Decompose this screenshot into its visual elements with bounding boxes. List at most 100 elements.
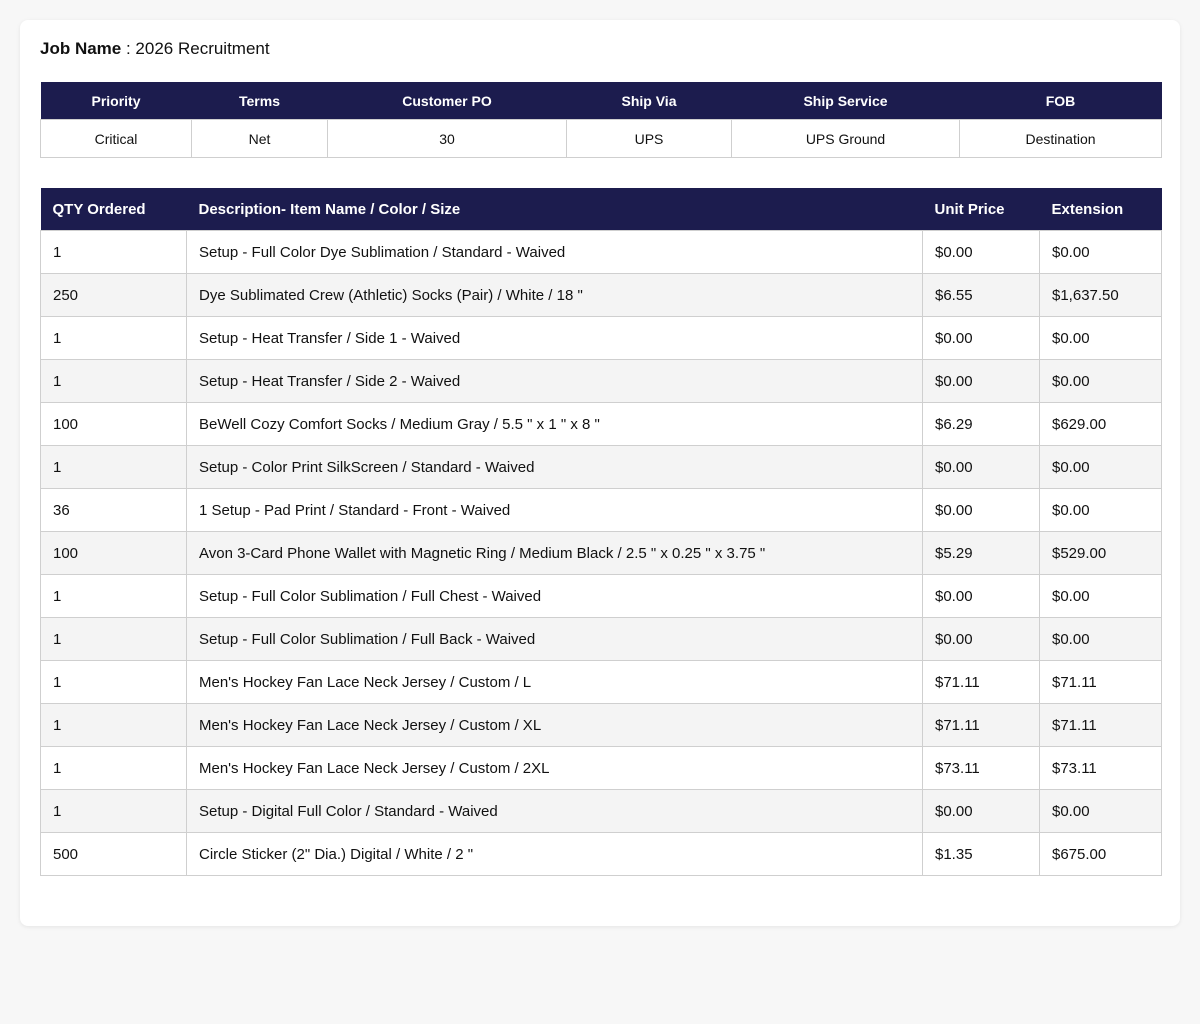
- meta-header-ship-service: Ship Service: [731, 82, 960, 120]
- description-cell: Dye Sublimated Crew (Athletic) Socks (Pa…: [186, 273, 923, 317]
- extension-cell: $0.00: [1039, 488, 1162, 532]
- unit-price-cell: $73.11: [922, 746, 1040, 790]
- table-row: 100 Avon 3-Card Phone Wallet with Magnet…: [40, 531, 1162, 575]
- order-meta-table: Priority Terms Customer PO Ship Via Ship…: [40, 82, 1162, 158]
- table-row: 100 BeWell Cozy Comfort Socks / Medium G…: [40, 402, 1162, 446]
- qty-cell: 100: [40, 402, 187, 446]
- extension-cell: $529.00: [1039, 531, 1162, 575]
- qty-cell: 100: [40, 531, 187, 575]
- description-cell: Setup - Full Color Sublimation / Full Ch…: [186, 574, 923, 618]
- qty-cell: 1: [40, 316, 187, 360]
- meta-header-customer-po: Customer PO: [327, 82, 567, 120]
- line-items-table: QTY Ordered Description- Item Name / Col…: [40, 188, 1162, 876]
- extension-cell: $71.11: [1039, 660, 1162, 704]
- unit-price-cell: $0.00: [922, 488, 1040, 532]
- unit-price-cell: $6.55: [922, 273, 1040, 317]
- meta-header-row: Priority Terms Customer PO Ship Via Ship…: [40, 82, 1162, 120]
- items-header-unit-price: Unit Price: [922, 188, 1040, 231]
- items-header-extension: Extension: [1039, 188, 1162, 231]
- table-row: 1 Men's Hockey Fan Lace Neck Jersey / Cu…: [40, 746, 1162, 790]
- table-row: 500 Circle Sticker (2" Dia.) Digital / W…: [40, 832, 1162, 876]
- unit-price-cell: $0.00: [922, 316, 1040, 360]
- table-row: 250 Dye Sublimated Crew (Athletic) Socks…: [40, 273, 1162, 317]
- extension-cell: $0.00: [1039, 789, 1162, 833]
- qty-cell: 500: [40, 832, 187, 876]
- qty-cell: 1: [40, 574, 187, 618]
- unit-price-cell: $6.29: [922, 402, 1040, 446]
- extension-cell: $71.11: [1039, 703, 1162, 747]
- description-cell: Setup - Full Color Sublimation / Full Ba…: [186, 617, 923, 661]
- job-name-separator: :: [121, 39, 136, 58]
- unit-price-cell: $5.29: [922, 531, 1040, 575]
- extension-cell: $73.11: [1039, 746, 1162, 790]
- meta-value-ship-service: UPS Ground: [731, 119, 960, 158]
- table-row: 1 Setup - Full Color Sublimation / Full …: [40, 574, 1162, 618]
- qty-cell: 1: [40, 445, 187, 489]
- meta-value-fob: Destination: [959, 119, 1162, 158]
- unit-price-cell: $0.00: [922, 445, 1040, 489]
- table-row: 1 Setup - Full Color Sublimation / Full …: [40, 617, 1162, 661]
- table-row: 1 Men's Hockey Fan Lace Neck Jersey / Cu…: [40, 703, 1162, 747]
- meta-header-terms: Terms: [191, 82, 328, 120]
- extension-cell: $0.00: [1039, 617, 1162, 661]
- unit-price-cell: $0.00: [922, 230, 1040, 274]
- unit-price-cell: $0.00: [922, 359, 1040, 403]
- description-cell: Avon 3-Card Phone Wallet with Magnetic R…: [186, 531, 923, 575]
- unit-price-cell: $0.00: [922, 789, 1040, 833]
- unit-price-cell: $1.35: [922, 832, 1040, 876]
- extension-cell: $0.00: [1039, 574, 1162, 618]
- qty-cell: 1: [40, 660, 187, 704]
- extension-cell: $0.00: [1039, 230, 1162, 274]
- items-header-qty: QTY Ordered: [40, 188, 187, 231]
- description-cell: Circle Sticker (2" Dia.) Digital / White…: [186, 832, 923, 876]
- meta-value-ship-via: UPS: [566, 119, 732, 158]
- meta-value-priority: Critical: [40, 119, 192, 158]
- qty-cell: 1: [40, 703, 187, 747]
- items-header-row: QTY Ordered Description- Item Name / Col…: [40, 188, 1162, 231]
- extension-cell: $675.00: [1039, 832, 1162, 876]
- unit-price-cell: $0.00: [922, 574, 1040, 618]
- table-row: 1 Setup - Full Color Dye Sublimation / S…: [40, 230, 1162, 274]
- extension-cell: $629.00: [1039, 402, 1162, 446]
- table-row: 1 Setup - Digital Full Color / Standard …: [40, 789, 1162, 833]
- unit-price-cell: $0.00: [922, 617, 1040, 661]
- qty-cell: 36: [40, 488, 187, 532]
- meta-value-row: Critical Net 30 UPS UPS Ground Destinati…: [40, 119, 1162, 158]
- meta-value-terms: Net: [191, 119, 328, 158]
- description-cell: Setup - Heat Transfer / Side 1 - Waived: [186, 316, 923, 360]
- description-cell: BeWell Cozy Comfort Socks / Medium Gray …: [186, 402, 923, 446]
- description-cell: Setup - Full Color Dye Sublimation / Sta…: [186, 230, 923, 274]
- table-row: 1 Setup - Heat Transfer / Side 2 - Waive…: [40, 359, 1162, 403]
- job-name-value: 2026 Recruitment: [135, 39, 270, 58]
- unit-price-cell: $71.11: [922, 660, 1040, 704]
- qty-cell: 1: [40, 617, 187, 661]
- qty-cell: 1: [40, 746, 187, 790]
- extension-cell: $0.00: [1039, 445, 1162, 489]
- meta-header-ship-via: Ship Via: [566, 82, 732, 120]
- description-cell: 1 Setup - Pad Print / Standard - Front -…: [186, 488, 923, 532]
- qty-cell: 1: [40, 230, 187, 274]
- unit-price-cell: $71.11: [922, 703, 1040, 747]
- extension-cell: $0.00: [1039, 316, 1162, 360]
- extension-cell: $0.00: [1039, 359, 1162, 403]
- description-cell: Men's Hockey Fan Lace Neck Jersey / Cust…: [186, 703, 923, 747]
- qty-cell: 1: [40, 359, 187, 403]
- table-row: 1 Setup - Heat Transfer / Side 1 - Waive…: [40, 316, 1162, 360]
- description-cell: Setup - Heat Transfer / Side 2 - Waived: [186, 359, 923, 403]
- items-header-description: Description- Item Name / Color / Size: [186, 188, 923, 231]
- job-name: Job Name : 2026 Recruitment: [40, 39, 270, 59]
- table-row: 36 1 Setup - Pad Print / Standard - Fron…: [40, 488, 1162, 532]
- extension-cell: $1,637.50: [1039, 273, 1162, 317]
- description-cell: Men's Hockey Fan Lace Neck Jersey / Cust…: [186, 746, 923, 790]
- meta-value-customer-po: 30: [327, 119, 567, 158]
- description-cell: Men's Hockey Fan Lace Neck Jersey / Cust…: [186, 660, 923, 704]
- order-card: Job Name : 2026 Recruitment Priority Ter…: [20, 20, 1180, 926]
- job-name-label: Job Name: [40, 39, 122, 58]
- table-row: 1 Setup - Color Print SilkScreen / Stand…: [40, 445, 1162, 489]
- meta-header-priority: Priority: [40, 82, 192, 120]
- description-cell: Setup - Color Print SilkScreen / Standar…: [186, 445, 923, 489]
- description-cell: Setup - Digital Full Color / Standard - …: [186, 789, 923, 833]
- meta-header-fob: FOB: [959, 82, 1162, 120]
- qty-cell: 1: [40, 789, 187, 833]
- qty-cell: 250: [40, 273, 187, 317]
